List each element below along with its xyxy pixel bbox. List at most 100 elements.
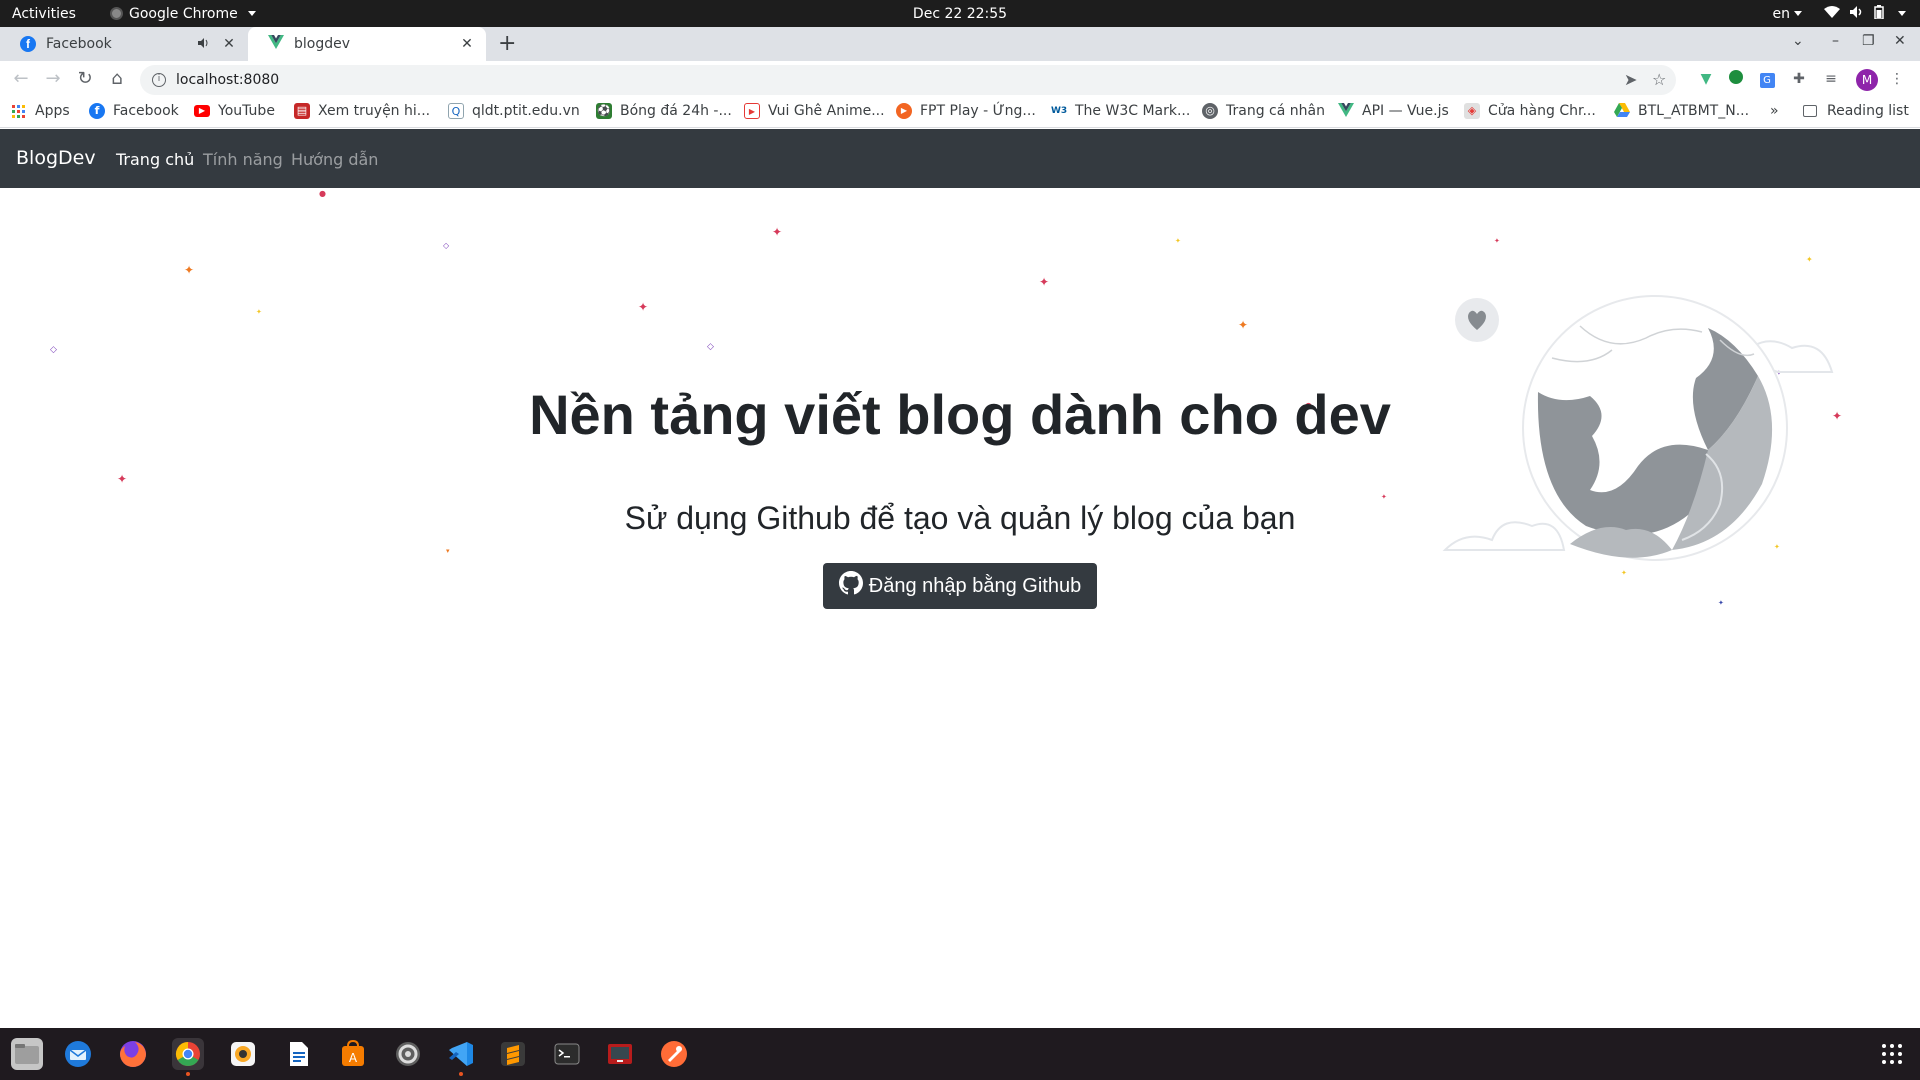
google-drive-icon [1614,103,1630,119]
bookmark-vue-api[interactable]: API — Vue.js [1338,103,1449,119]
send-to-device-icon[interactable]: ➤ [1624,70,1637,89]
sublime-icon[interactable] [497,1038,529,1070]
sparkle-star: ✦ [184,263,195,277]
bookmark-btl-atbmt[interactable]: BTL_ATBMT_N... [1614,103,1749,119]
more-menu-icon[interactable]: ⋮ [1888,70,1906,88]
bookmark-label: Facebook [113,103,179,119]
site-info-icon[interactable]: i [152,73,166,87]
chrome-small-icon [110,7,123,20]
site-brand[interactable]: BlogDev [16,147,96,169]
language-indicator[interactable]: en [1773,6,1802,22]
screen-recorder-icon[interactable] [604,1038,636,1070]
activities-button[interactable]: Activities [12,6,76,22]
show-applications-icon[interactable] [1882,1044,1902,1064]
bookmark-facebook[interactable]: f Facebook [89,103,179,119]
wifi-icon [1824,5,1840,22]
sparkle-dot: ✦ [1718,599,1724,607]
bookmark-trang-ca-nhan[interactable]: ◎ Trang cá nhân [1202,103,1325,119]
bookmark-label: YouTube [218,103,275,119]
thunderbird-icon[interactable] [62,1038,94,1070]
nav-link-guide[interactable]: Hướng dẫn [291,150,378,169]
postman-icon[interactable] [658,1038,690,1070]
reading-list-button[interactable]: Reading list [1803,103,1909,119]
restore-icon[interactable]: ❐ [1862,33,1875,49]
system-status[interactable] [1824,4,1906,23]
vue-devtools-extension-icon[interactable]: ▼ [1697,70,1715,88]
bookmark-xem-truyen[interactable]: ▤ Xem truyện hi... [294,103,430,119]
sparkle-star: ✦ [117,472,128,486]
tab-blogdev[interactable]: blogdev ✕ [248,27,486,61]
tab-facebook[interactable]: f Facebook ✕ [0,27,248,61]
translate-extension-icon[interactable]: G [1758,70,1776,88]
sparkle-diamond: ◇ [50,345,57,355]
bookmark-label: Apps [35,103,70,119]
clock[interactable]: Dec 22 22:55 [913,6,1007,22]
sparkle-star: ✦ [772,225,783,239]
minimize-icon[interactable]: – [1832,33,1839,49]
bookmark-star-icon[interactable]: ☆ [1652,70,1666,89]
forward-arrow-icon[interactable]: → [42,68,64,89]
bookmark-label: BTL_ATBMT_N... [1638,103,1750,119]
address-bar[interactable]: i localhost:8080 ➤ ☆ [140,65,1676,95]
settings-icon[interactable] [392,1038,424,1070]
bookmark-label: Cửa hàng Chr... [1488,103,1596,119]
github-login-button[interactable]: Đăng nhập bằng Github [823,563,1097,609]
bookmark-chrome-store[interactable]: ◈ Cửa hàng Chr... [1464,103,1596,119]
extensions-puzzle-icon[interactable]: ✚ [1790,70,1808,88]
vscode-icon[interactable] [445,1038,477,1076]
writer-icon[interactable] [282,1038,314,1070]
bookmark-bong-da[interactable]: ⚽ Bóng đá 24h -... [596,103,732,119]
bookmark-w3c[interactable]: W3 The W3C Mark... [1051,103,1190,119]
rhythmbox-icon[interactable] [227,1038,259,1070]
heart-bubble [1455,298,1499,342]
nav-link-home[interactable]: Trang chủ [116,150,194,169]
software-center-icon[interactable]: A [337,1038,369,1070]
system-tray[interactable]: en [1773,4,1906,23]
app-menu[interactable]: Google Chrome [110,6,256,22]
bookmark-fpt-play[interactable]: ▶ FPT Play - Ứng... [896,103,1036,119]
more-bookmarks-chevron-icon[interactable]: » [1770,103,1779,119]
sparkle-diamond: ◇ [707,342,714,352]
bookmark-label: FPT Play - Ứng... [920,103,1036,119]
bookmark-qldt[interactable]: Q qldt.ptit.edu.vn [448,103,580,119]
tab-search-chevron-icon[interactable]: ⌄ [1792,33,1804,49]
vue-icon [268,35,284,53]
bookmark-apps[interactable]: Apps [12,103,70,119]
bookmark-vui-ghe-anime[interactable]: ▶ Vui Ghê Anime... [744,103,885,119]
reload-icon[interactable]: ↻ [74,68,96,89]
bookmark-youtube[interactable]: ▶ YouTube [194,103,275,119]
back-arrow-icon[interactable]: ← [10,68,32,89]
football-icon: ⚽ [596,103,612,119]
nav-link-features[interactable]: Tính năng [203,150,283,169]
url-text[interactable]: localhost:8080 [176,72,279,88]
tab-title: blogdev [294,36,351,52]
anime-icon: ▶ [744,103,760,119]
sparkle-dot: ● [319,189,326,198]
sparkle-dot: ✦ [256,308,262,316]
firefox-icon[interactable] [117,1038,149,1070]
tab-title: Facebook [46,36,112,52]
chevron-down-icon [1794,11,1802,16]
home-icon[interactable]: ⌂ [106,68,128,89]
green-extension-icon[interactable] [1727,70,1745,88]
audio-playing-icon[interactable] [198,37,210,51]
w3c-icon: W3 [1051,103,1067,119]
chrome-icon[interactable] [172,1038,204,1076]
github-icon [838,571,863,601]
close-icon[interactable]: ✕ [220,36,238,52]
files-icon[interactable] [11,1038,43,1070]
sparkle-dot: ✦ [1175,237,1181,245]
profile-avatar[interactable]: M [1856,69,1878,91]
tab-strip: f Facebook ✕ blogdev ✕ + ⌄ – ❐ ✕ [0,27,1920,61]
new-tab-button[interactable]: + [498,31,516,56]
terminal-icon[interactable] [551,1038,583,1070]
facebook-icon: f [89,103,105,119]
bookmark-label: Xem truyện hi... [318,103,431,119]
bookmark-label: Bóng đá 24h -... [620,103,732,119]
close-window-icon[interactable]: ✕ [1894,33,1906,49]
sparkle-dot: ✦ [1494,237,1500,245]
close-icon[interactable]: ✕ [458,36,476,52]
vue-icon [1338,103,1354,119]
media-controls-icon[interactable]: ≡ [1822,70,1840,88]
bookmark-label: qldt.ptit.edu.vn [472,103,580,119]
